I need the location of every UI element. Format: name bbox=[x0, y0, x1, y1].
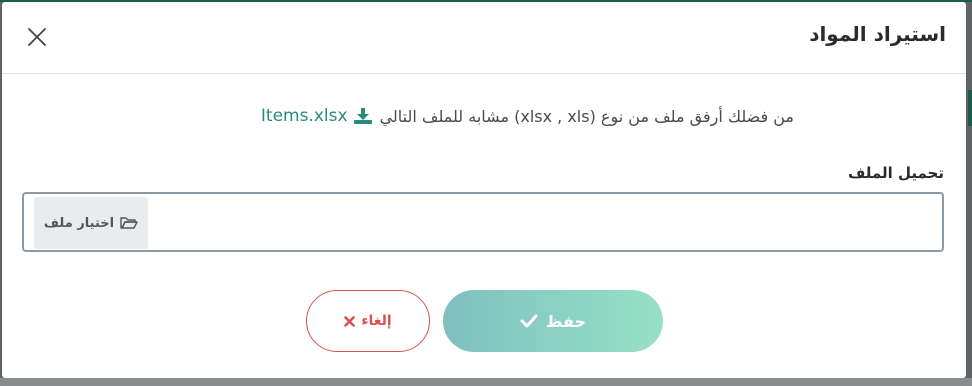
times-icon bbox=[344, 315, 356, 327]
modal-title: استيراد المواد bbox=[809, 22, 946, 46]
save-button[interactable]: حفظ bbox=[443, 290, 663, 352]
choose-file-label: اختيار ملف bbox=[43, 215, 115, 231]
close-button[interactable] bbox=[24, 24, 50, 50]
folder-open-icon bbox=[120, 217, 138, 229]
template-download-link[interactable]: Items.xlsx bbox=[261, 106, 372, 126]
close-icon bbox=[28, 28, 46, 46]
check-icon bbox=[520, 314, 538, 328]
modal-header: استيراد المواد bbox=[2, 2, 966, 74]
import-instructions: من فضلك أرفق ملف من نوع (xlsx , xls) مشا… bbox=[261, 106, 794, 126]
choose-file-button[interactable]: اختيار ملف bbox=[34, 197, 148, 249]
cancel-button[interactable]: إلغاء bbox=[306, 290, 430, 352]
file-upload-input[interactable]: اختيار ملف bbox=[22, 192, 944, 252]
background-strip-bottom bbox=[0, 378, 972, 386]
download-icon bbox=[353, 108, 372, 124]
import-items-modal: استيراد المواد من فضلك أرفق ملف من نوع (… bbox=[2, 2, 966, 378]
instructions-text: من فضلك أرفق ملف من نوع (xlsx , xls) مشا… bbox=[379, 106, 794, 126]
template-file-name: Items.xlsx bbox=[260, 106, 348, 126]
upload-file-label: تحميل الملف bbox=[847, 164, 944, 182]
background-strip-right bbox=[968, 90, 972, 126]
cancel-label: إلغاء bbox=[361, 313, 392, 329]
save-label: حفظ bbox=[545, 311, 587, 331]
